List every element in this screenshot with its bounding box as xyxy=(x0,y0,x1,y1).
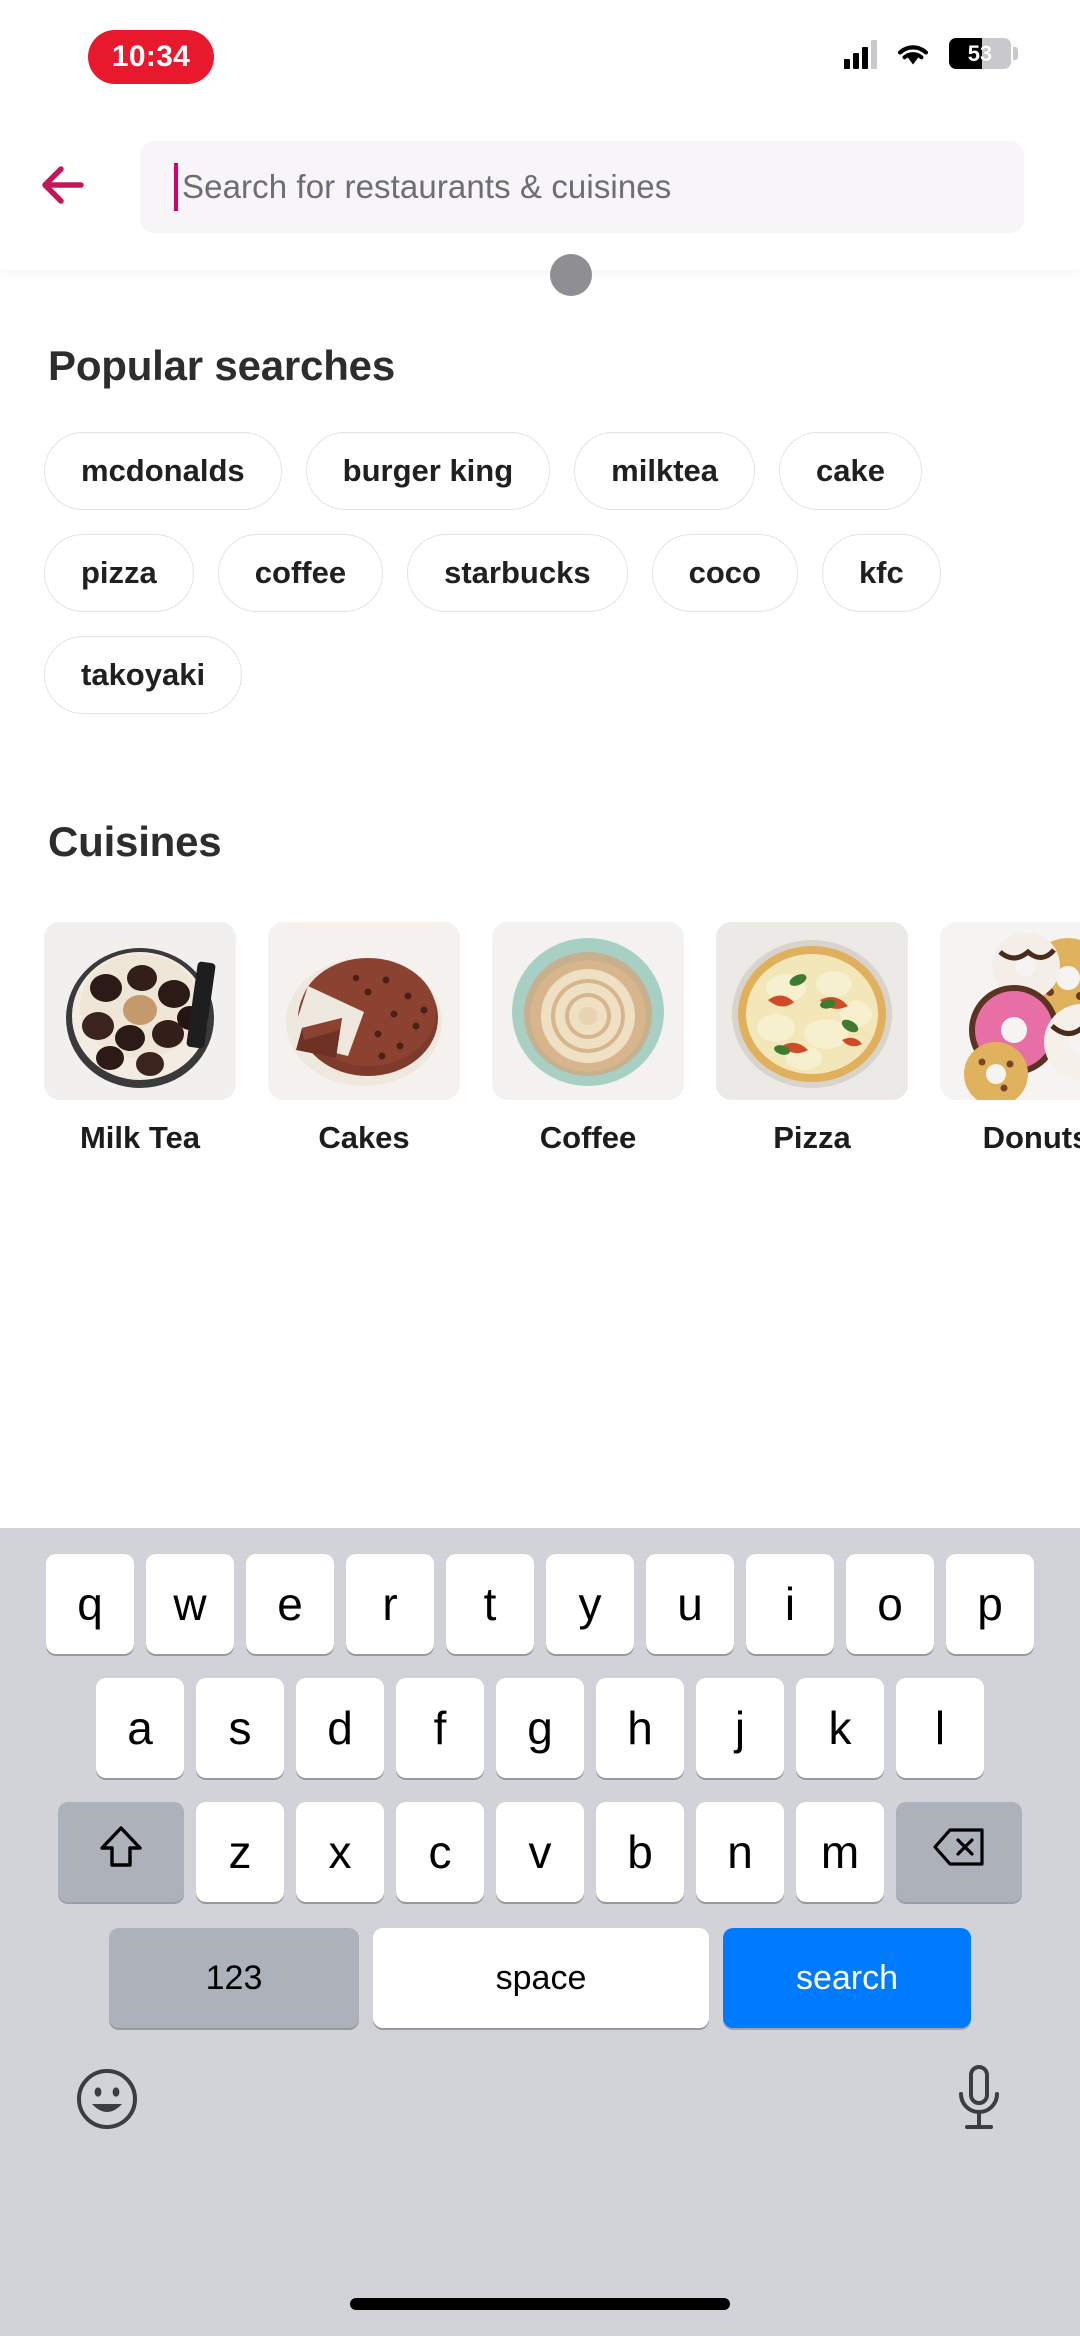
key-r[interactable]: r xyxy=(346,1554,434,1654)
status-bar: 10:34 53 xyxy=(0,0,1080,104)
status-time-recording-pill: 10:34 xyxy=(88,30,214,84)
key-e[interactable]: e xyxy=(246,1554,334,1654)
cellular-signal-icon xyxy=(844,39,877,69)
keyboard-row-2: a s d f g h j k l xyxy=(0,1678,1080,1778)
cuisines-carousel[interactable]: Milk Tea Cakes Coffee Pizza Donuts xyxy=(0,866,1080,1156)
key-f[interactable]: f xyxy=(396,1678,484,1778)
emoji-smiley-icon xyxy=(77,2069,137,2129)
cuisine-card-donuts[interactable]: Donuts xyxy=(940,922,1080,1156)
wifi-icon xyxy=(896,41,930,67)
status-indicators: 53 xyxy=(844,38,1018,69)
key-u[interactable]: u xyxy=(646,1554,734,1654)
popular-searches-title: Popular searches xyxy=(48,342,395,389)
boba-milk-tea-photo xyxy=(44,922,236,1100)
cuisine-card-milk-tea[interactable]: Milk Tea xyxy=(44,922,236,1156)
cuisines-title: Cuisines xyxy=(48,818,222,865)
key-q[interactable]: q xyxy=(46,1554,134,1654)
emoji-key[interactable] xyxy=(74,2066,140,2137)
chip-pizza[interactable]: pizza xyxy=(44,534,194,612)
key-p[interactable]: p xyxy=(946,1554,1034,1654)
key-o[interactable]: o xyxy=(846,1554,934,1654)
key-m[interactable]: m xyxy=(796,1802,884,1902)
chip-coffee[interactable]: coffee xyxy=(217,534,384,612)
key-n[interactable]: n xyxy=(696,1802,784,1902)
back-arrow-icon xyxy=(37,159,103,216)
text-cursor xyxy=(174,163,178,211)
key-b[interactable]: b xyxy=(596,1802,684,1902)
key-d[interactable]: d xyxy=(296,1678,384,1778)
battery-icon: 53 xyxy=(949,38,1018,69)
search-header: Search for restaurants & cuisines xyxy=(0,104,1080,270)
chip-milktea[interactable]: milktea xyxy=(574,432,756,510)
home-indicator xyxy=(350,2298,730,2310)
cuisine-label: Donuts xyxy=(982,1120,1080,1155)
keyboard-row-3: z x c v b n m xyxy=(0,1802,1080,1902)
onscreen-keyboard: q w e r t y u i o p a s d f g h j k l z … xyxy=(0,1528,1080,2336)
cuisine-card-coffee[interactable]: Coffee xyxy=(492,922,684,1156)
microphone-icon xyxy=(959,2065,999,2129)
cuisine-label: Coffee xyxy=(539,1120,637,1155)
key-j[interactable]: j xyxy=(696,1678,784,1778)
shift-key[interactable] xyxy=(58,1802,184,1902)
key-k[interactable]: k xyxy=(796,1678,884,1778)
keyboard-row-1: q w e r t y u i o p xyxy=(0,1554,1080,1654)
latte-coffee-photo xyxy=(492,922,684,1100)
key-g[interactable]: g xyxy=(496,1678,584,1778)
key-s[interactable]: s xyxy=(196,1678,284,1778)
chip-starbucks[interactable]: starbucks xyxy=(407,534,628,612)
search-input[interactable]: Search for restaurants & cuisines xyxy=(140,141,1024,233)
search-key[interactable]: search xyxy=(723,1928,971,2028)
cuisine-label: Milk Tea xyxy=(79,1120,201,1155)
back-button[interactable] xyxy=(0,104,140,270)
cuisine-card-cakes[interactable]: Cakes xyxy=(268,922,460,1156)
space-key[interactable]: space xyxy=(373,1928,709,2028)
key-w[interactable]: w xyxy=(146,1554,234,1654)
chip-takoyaki[interactable]: takoyaki xyxy=(44,636,243,714)
main-content: Popular searches mcdonalds burger king m… xyxy=(0,270,1080,1528)
chocolate-cake-photo xyxy=(268,922,460,1100)
chip-kfc[interactable]: kfc xyxy=(821,534,941,612)
cuisine-card-pizza[interactable]: Pizza xyxy=(716,922,908,1156)
key-c[interactable]: c xyxy=(396,1802,484,1902)
key-a[interactable]: a xyxy=(96,1678,184,1778)
touch-indicator xyxy=(550,254,592,296)
chip-burger-king[interactable]: burger king xyxy=(305,432,551,510)
dictation-key[interactable] xyxy=(952,2062,1006,2141)
backspace-delete-icon xyxy=(932,1825,986,1879)
key-h[interactable]: h xyxy=(596,1678,684,1778)
cuisine-label: Cakes xyxy=(318,1120,410,1155)
key-y[interactable]: y xyxy=(546,1554,634,1654)
key-t[interactable]: t xyxy=(446,1554,534,1654)
backspace-key[interactable] xyxy=(896,1802,1022,1902)
key-z[interactable]: z xyxy=(196,1802,284,1902)
keyboard-bottom-bar xyxy=(0,2048,1080,2141)
key-l[interactable]: l xyxy=(896,1678,984,1778)
numbers-key[interactable]: 123 xyxy=(109,1928,359,2028)
shift-arrow-icon xyxy=(98,1823,144,1882)
key-x[interactable]: x xyxy=(296,1802,384,1902)
chip-cake[interactable]: cake xyxy=(779,432,922,510)
chip-mcdonalds[interactable]: mcdonalds xyxy=(44,432,282,510)
popular-searches-chip-list: mcdonalds burger king milktea cake pizza… xyxy=(0,390,1080,714)
search-placeholder: Search for restaurants & cuisines xyxy=(182,168,672,205)
battery-percent: 53 xyxy=(967,41,993,66)
key-i[interactable]: i xyxy=(746,1554,834,1654)
status-time: 10:34 xyxy=(111,40,191,73)
cuisine-label: Pizza xyxy=(773,1120,851,1155)
chip-coco[interactable]: coco xyxy=(651,534,798,612)
key-v[interactable]: v xyxy=(496,1802,584,1902)
donuts-photo xyxy=(940,922,1080,1100)
pizza-photo xyxy=(716,922,908,1100)
keyboard-row-4: 123 space search xyxy=(0,1928,1080,2028)
